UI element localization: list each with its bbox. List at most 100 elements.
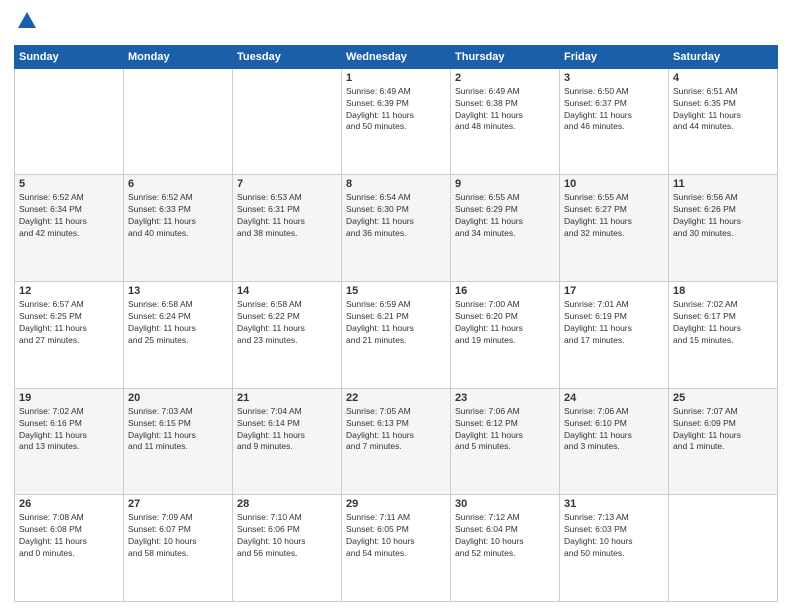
day-number: 10 [564, 178, 664, 190]
day-number: 15 [346, 285, 446, 297]
calendar-table: SundayMondayTuesdayWednesdayThursdayFrid… [14, 45, 778, 602]
day-number: 14 [237, 285, 337, 297]
day-number: 16 [455, 285, 555, 297]
calendar-cell: 26 Sunrise: 7:08 AM Sunset: 6:08 PM Dayli… [15, 495, 124, 602]
day-number: 26 [19, 498, 119, 510]
calendar-cell [669, 495, 778, 602]
calendar-cell: 23 Sunrise: 7:06 AM Sunset: 6:12 PM Dayli… [451, 388, 560, 495]
calendar-cell: 30Sunrise: 7:12 AM Sunset: 6:04 PM Dayli… [451, 495, 560, 602]
day-info: Sunrise: 7:06 AM Sunset: 6:10 PM Dayligh… [564, 406, 664, 454]
calendar-week-row: 5 Sunrise: 6:52 AM Sunset: 6:34 PM Daylig… [15, 175, 778, 282]
calendar-cell [15, 68, 124, 175]
day-number: 13 [128, 285, 228, 297]
day-number: 18 [673, 285, 773, 297]
day-number: 31 [564, 498, 664, 510]
weekday-header: Tuesday [233, 45, 342, 68]
calendar-cell: 29 Sunrise: 7:11 AM Sunset: 6:05 PM Dayli… [342, 495, 451, 602]
day-info: Sunrise: 6:51 AM Sunset: 6:35 PM Dayligh… [673, 86, 773, 134]
calendar-cell: 9 Sunrise: 6:55 AM Sunset: 6:29 PM Daylig… [451, 175, 560, 282]
header [14, 10, 778, 37]
day-number: 24 [564, 392, 664, 404]
day-info: Sunrise: 7:06 AM Sunset: 6:12 PM Dayligh… [455, 406, 555, 454]
day-number: 5 [19, 178, 119, 190]
day-info: Sunrise: 7:10 AM Sunset: 6:06 PM Dayligh… [237, 512, 337, 560]
weekday-header: Wednesday [342, 45, 451, 68]
logo-icon [16, 10, 38, 32]
day-info: Sunrise: 6:55 AM Sunset: 6:29 PM Dayligh… [455, 192, 555, 240]
day-number: 9 [455, 178, 555, 190]
calendar-cell: 27Sunrise: 7:09 AM Sunset: 6:07 PM Dayli… [124, 495, 233, 602]
day-info: Sunrise: 7:01 AM Sunset: 6:19 PM Dayligh… [564, 299, 664, 347]
day-number: 11 [673, 178, 773, 190]
calendar-cell [124, 68, 233, 175]
day-info: Sunrise: 6:49 AM Sunset: 6:38 PM Dayligh… [455, 86, 555, 134]
calendar-cell: 11Sunrise: 6:56 AM Sunset: 6:26 PM Dayli… [669, 175, 778, 282]
calendar-cell: 10 Sunrise: 6:55 AM Sunset: 6:27 PM Dayli… [560, 175, 669, 282]
calendar-cell: 15 Sunrise: 6:59 AM Sunset: 6:21 PM Dayli… [342, 282, 451, 389]
calendar-cell: 31 Sunrise: 7:13 AM Sunset: 6:03 PM Dayli… [560, 495, 669, 602]
day-info: Sunrise: 6:55 AM Sunset: 6:27 PM Dayligh… [564, 192, 664, 240]
day-info: Sunrise: 7:05 AM Sunset: 6:13 PM Dayligh… [346, 406, 446, 454]
day-info: Sunrise: 7:02 AM Sunset: 6:16 PM Dayligh… [19, 406, 119, 454]
day-info: Sunrise: 6:57 AM Sunset: 6:25 PM Dayligh… [19, 299, 119, 347]
day-info: Sunrise: 6:58 AM Sunset: 6:24 PM Dayligh… [128, 299, 228, 347]
calendar-week-row: 26 Sunrise: 7:08 AM Sunset: 6:08 PM Dayli… [15, 495, 778, 602]
day-number: 29 [346, 498, 446, 510]
day-number: 17 [564, 285, 664, 297]
weekday-header: Friday [560, 45, 669, 68]
calendar-cell: 24 Sunrise: 7:06 AM Sunset: 6:10 PM Dayli… [560, 388, 669, 495]
day-number: 22 [346, 392, 446, 404]
calendar-cell: 19 Sunrise: 7:02 AM Sunset: 6:16 PM Dayli… [15, 388, 124, 495]
weekday-header: Monday [124, 45, 233, 68]
calendar-cell: 12 Sunrise: 6:57 AM Sunset: 6:25 PM Dayli… [15, 282, 124, 389]
calendar-cell: 3 Sunrise: 6:50 AM Sunset: 6:37 PM Daylig… [560, 68, 669, 175]
day-info: Sunrise: 6:59 AM Sunset: 6:21 PM Dayligh… [346, 299, 446, 347]
day-number: 3 [564, 72, 664, 84]
day-info: Sunrise: 7:08 AM Sunset: 6:08 PM Dayligh… [19, 512, 119, 560]
day-number: 2 [455, 72, 555, 84]
calendar-week-row: 1Sunrise: 6:49 AM Sunset: 6:39 PM Daylig… [15, 68, 778, 175]
calendar-cell: 14Sunrise: 6:58 AM Sunset: 6:22 PM Dayli… [233, 282, 342, 389]
day-number: 27 [128, 498, 228, 510]
day-info: Sunrise: 7:02 AM Sunset: 6:17 PM Dayligh… [673, 299, 773, 347]
page: SundayMondayTuesdayWednesdayThursdayFrid… [0, 0, 792, 612]
day-info: Sunrise: 7:11 AM Sunset: 6:05 PM Dayligh… [346, 512, 446, 560]
day-info: Sunrise: 6:52 AM Sunset: 6:34 PM Dayligh… [19, 192, 119, 240]
logo [14, 10, 38, 37]
calendar-cell: 13 Sunrise: 6:58 AM Sunset: 6:24 PM Dayli… [124, 282, 233, 389]
day-number: 12 [19, 285, 119, 297]
day-number: 23 [455, 392, 555, 404]
calendar-cell: 28 Sunrise: 7:10 AM Sunset: 6:06 PM Dayli… [233, 495, 342, 602]
calendar-cell: 8 Sunrise: 6:54 AM Sunset: 6:30 PM Daylig… [342, 175, 451, 282]
day-info: Sunrise: 6:49 AM Sunset: 6:39 PM Dayligh… [346, 86, 446, 134]
day-number: 6 [128, 178, 228, 190]
day-info: Sunrise: 6:53 AM Sunset: 6:31 PM Dayligh… [237, 192, 337, 240]
day-number: 8 [346, 178, 446, 190]
day-info: Sunrise: 6:52 AM Sunset: 6:33 PM Dayligh… [128, 192, 228, 240]
calendar-header-row: SundayMondayTuesdayWednesdayThursdayFrid… [15, 45, 778, 68]
calendar-cell: 6 Sunrise: 6:52 AM Sunset: 6:33 PM Daylig… [124, 175, 233, 282]
calendar-week-row: 12 Sunrise: 6:57 AM Sunset: 6:25 PM Dayli… [15, 282, 778, 389]
day-number: 25 [673, 392, 773, 404]
day-info: Sunrise: 7:03 AM Sunset: 6:15 PM Dayligh… [128, 406, 228, 454]
weekday-header: Sunday [15, 45, 124, 68]
calendar-cell: 2 Sunrise: 6:49 AM Sunset: 6:38 PM Daylig… [451, 68, 560, 175]
day-info: Sunrise: 6:50 AM Sunset: 6:37 PM Dayligh… [564, 86, 664, 134]
calendar-cell: 4 Sunrise: 6:51 AM Sunset: 6:35 PM Daylig… [669, 68, 778, 175]
day-number: 28 [237, 498, 337, 510]
day-info: Sunrise: 6:54 AM Sunset: 6:30 PM Dayligh… [346, 192, 446, 240]
calendar-cell: 16Sunrise: 7:00 AM Sunset: 6:20 PM Dayli… [451, 282, 560, 389]
day-number: 20 [128, 392, 228, 404]
day-number: 4 [673, 72, 773, 84]
day-number: 30 [455, 498, 555, 510]
day-number: 21 [237, 392, 337, 404]
day-number: 19 [19, 392, 119, 404]
calendar-cell [233, 68, 342, 175]
calendar-cell: 22 Sunrise: 7:05 AM Sunset: 6:13 PM Dayli… [342, 388, 451, 495]
calendar-cell: 21 Sunrise: 7:04 AM Sunset: 6:14 PM Dayli… [233, 388, 342, 495]
calendar-cell: 20 Sunrise: 7:03 AM Sunset: 6:15 PM Dayli… [124, 388, 233, 495]
day-info: Sunrise: 7:07 AM Sunset: 6:09 PM Dayligh… [673, 406, 773, 454]
day-info: Sunrise: 7:04 AM Sunset: 6:14 PM Dayligh… [237, 406, 337, 454]
day-info: Sunrise: 7:13 AM Sunset: 6:03 PM Dayligh… [564, 512, 664, 560]
calendar-cell: 17 Sunrise: 7:01 AM Sunset: 6:19 PM Dayli… [560, 282, 669, 389]
